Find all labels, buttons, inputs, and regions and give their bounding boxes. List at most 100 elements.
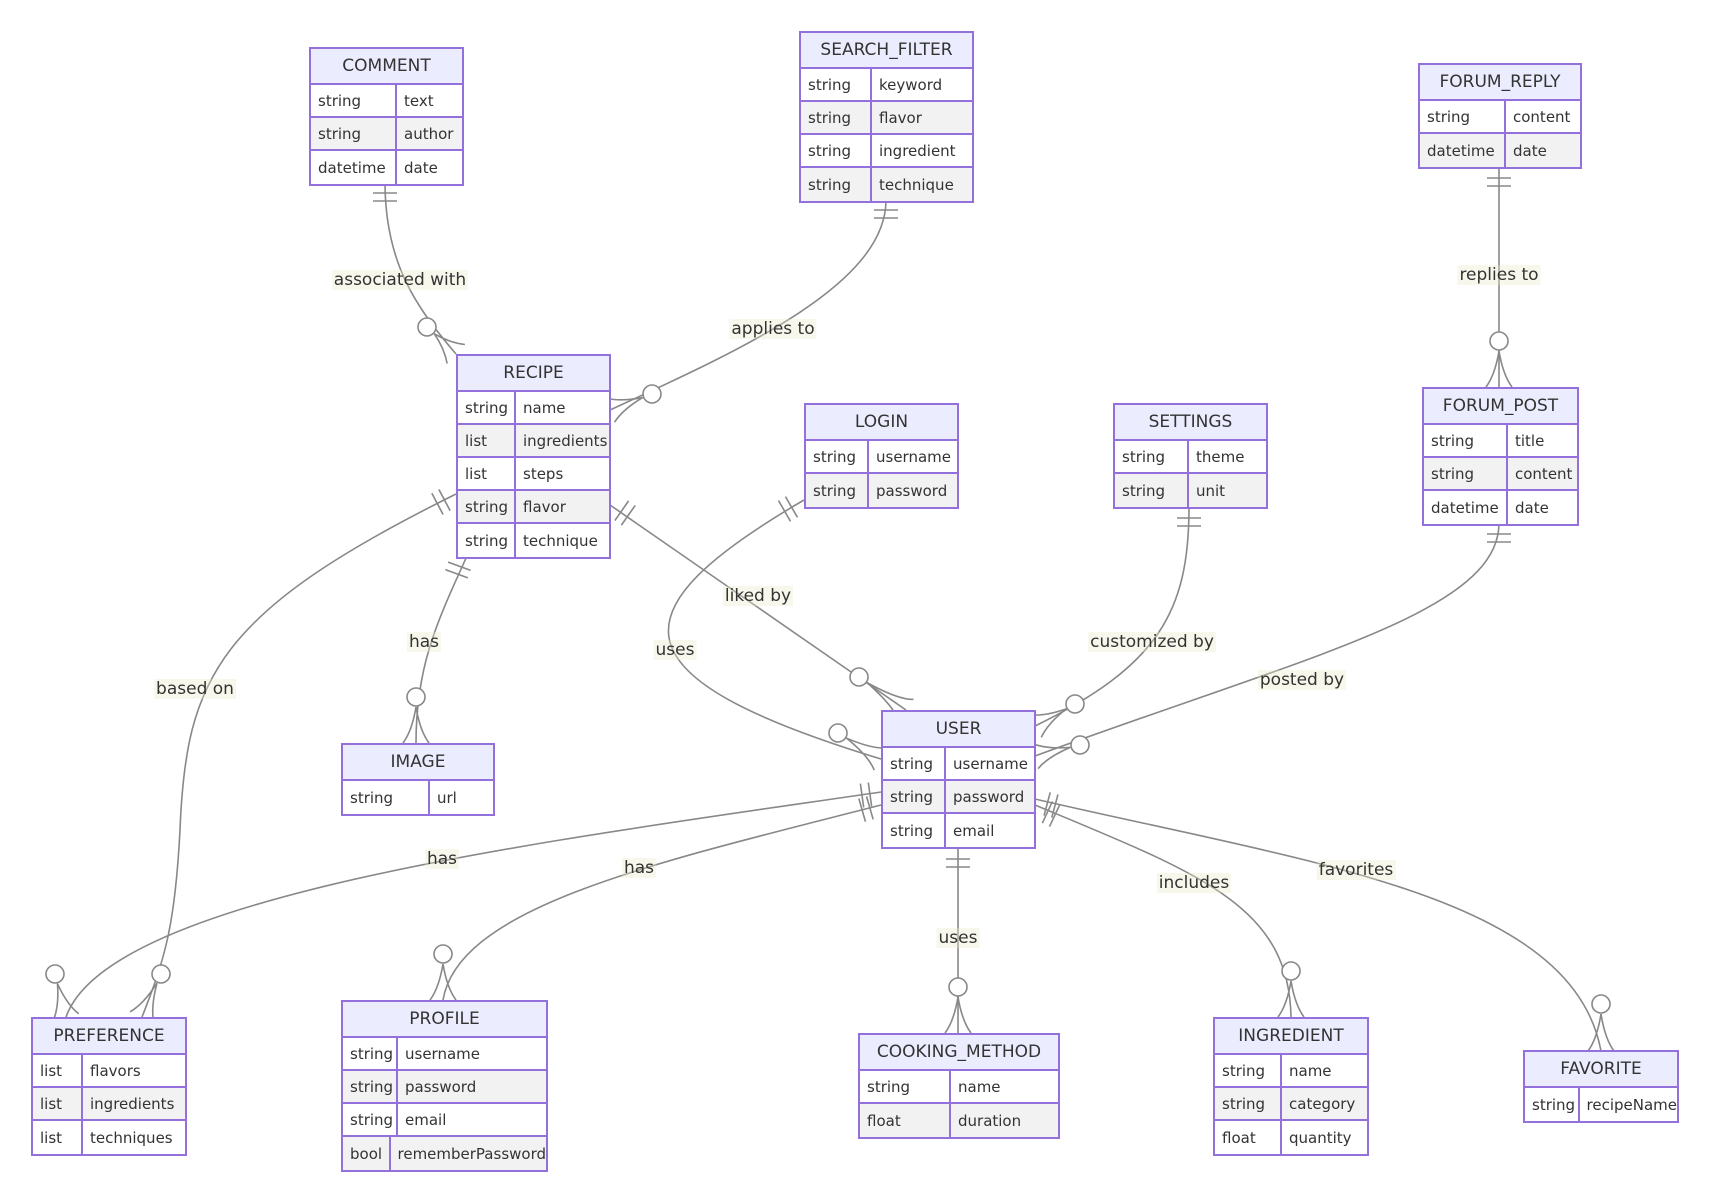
attribute-type: string [1525, 1088, 1580, 1121]
entity-comment[interactable]: COMMENT string text string author datetime dat… [309, 47, 464, 186]
entity-title: INGREDIENT [1215, 1019, 1367, 1055]
attribute-name: quantity [1289, 1128, 1352, 1147]
entity-login[interactable]: LOGIN string username string password [804, 403, 959, 509]
entity-title: SETTINGS [1115, 405, 1266, 441]
attribute-type: string [458, 524, 516, 557]
attribute-row: string email [343, 1104, 546, 1137]
attribute-row: string password [883, 781, 1034, 814]
zero-or-many-marker [1031, 735, 1090, 770]
attribute-name: duration [958, 1111, 1022, 1130]
relationship-label: based on [154, 679, 236, 699]
attribute-name: theme [1196, 447, 1245, 466]
exactly-one-marker [874, 209, 898, 219]
attribute-type: string [343, 1038, 398, 1069]
entity-preference[interactable]: PREFERENCE list flavors list ingredients list… [31, 1017, 187, 1156]
attribute-row: string keyword [801, 69, 972, 102]
relationship-settings-user [1028, 506, 1201, 738]
relationship-user-preference [45, 782, 882, 1021]
attribute-type: datetime [1420, 134, 1506, 167]
attribute-type: string [883, 748, 946, 779]
attribute-name: username [953, 754, 1028, 773]
entity-title: RECIPE [458, 356, 609, 392]
attribute-row: list techniques [33, 1121, 185, 1154]
entity-favorite[interactable]: FAVORITE string recipeName [1523, 1050, 1679, 1123]
entity-title: IMAGE [343, 745, 493, 781]
attribute-type: string [1424, 425, 1508, 456]
attribute-type: datetime [311, 151, 397, 184]
attribute-type: string [1424, 458, 1508, 489]
attribute-type: string [883, 781, 946, 812]
attribute-row: string password [343, 1071, 546, 1104]
attribute-row: list flavors [33, 1055, 185, 1088]
attribute-type: string [1420, 101, 1506, 132]
entity-title: LOGIN [806, 405, 957, 441]
relationship-recipe-user [609, 500, 914, 721]
relationship-search_filter-recipe [605, 199, 898, 423]
relationship-line [1034, 506, 1190, 727]
attribute-row: float duration [860, 1104, 1058, 1137]
entity-profile[interactable]: PROFILE string username string password strin… [341, 1000, 548, 1172]
relationship-line [65, 791, 882, 1018]
attribute-row: string email [883, 814, 1034, 847]
attribute-type: string [343, 1071, 398, 1102]
entity-title: USER [883, 712, 1034, 748]
attribute-name: content [1513, 107, 1571, 126]
attribute-name: ingredient [879, 141, 956, 160]
attribute-row: string flavor [801, 102, 972, 135]
attribute-row: list ingredients [33, 1088, 185, 1121]
attribute-row: string unit [1115, 474, 1266, 507]
attribute-type: string [1215, 1088, 1282, 1119]
attribute-name: techniques [90, 1128, 173, 1147]
attribute-row: string content [1424, 458, 1577, 491]
entity-search-filter[interactable]: SEARCH_FILTER string keyword string flavor st… [799, 31, 974, 203]
entity-forum-reply[interactable]: FORUM_REPLY string content datetime date [1418, 63, 1582, 169]
attribute-type: float [1215, 1121, 1282, 1154]
entity-forum-post[interactable]: FORUM_POST string title string content dateti… [1422, 387, 1579, 526]
attribute-type: list [458, 458, 516, 489]
entity-user[interactable]: USER string username string password string em… [881, 710, 1036, 849]
attribute-row: string technique [801, 168, 972, 201]
attribute-row: string author [311, 118, 462, 151]
attribute-row: string name [860, 1071, 1058, 1104]
relationship-label: applies to [729, 319, 817, 339]
entity-ingredient[interactable]: INGREDIENT string name string category float q… [1213, 1017, 1369, 1156]
entity-image[interactable]: IMAGE string url [341, 743, 495, 816]
relationship-label: favorites [1316, 860, 1396, 880]
attribute-name: technique [879, 175, 954, 194]
attribute-name: name [958, 1077, 1001, 1096]
relationship-label: has [406, 632, 442, 652]
entity-recipe[interactable]: RECIPE string name list ingredients list steps… [456, 354, 611, 559]
entity-title: PREFERENCE [33, 1019, 185, 1055]
relationship-line [667, 499, 882, 760]
attribute-row: datetime date [1420, 134, 1580, 167]
attribute-name: technique [523, 531, 598, 550]
zero-or-many-marker [45, 964, 80, 1021]
attribute-name: date [1513, 141, 1547, 160]
attribute-name: ingredients [523, 431, 608, 450]
relationship-user-ingredient [1034, 801, 1305, 1018]
attribute-row: string content [1420, 101, 1580, 134]
entity-settings[interactable]: SETTINGS string theme string unit [1113, 403, 1268, 509]
relationship-user-profile [429, 796, 882, 1001]
zero-or-many-marker [429, 944, 457, 1001]
zero-or-many-marker [129, 964, 171, 1023]
relationship-label: customized by [1088, 632, 1216, 652]
attribute-type: float [860, 1104, 951, 1137]
attribute-name: flavor [879, 108, 922, 127]
attribute-type: string [311, 118, 397, 149]
attribute-name: password [953, 787, 1025, 806]
attribute-name: date [1515, 498, 1549, 517]
attribute-row: string text [311, 85, 462, 118]
relationship-label: includes [1156, 873, 1232, 893]
relationship-line [442, 804, 882, 1001]
relationship-line [1034, 804, 1292, 1018]
exactly-one-marker [859, 782, 873, 808]
attribute-row: string username [806, 441, 957, 474]
attribute-name: flavors [90, 1061, 141, 1080]
entity-cooking-method[interactable]: COOKING_METHOD string name float duration [858, 1033, 1060, 1139]
exactly-one-marker [614, 500, 636, 526]
entity-title: PROFILE [343, 1002, 546, 1038]
relationship-line [609, 199, 887, 411]
relationship-user-favorite [1034, 792, 1615, 1052]
attribute-type: string [311, 85, 397, 116]
